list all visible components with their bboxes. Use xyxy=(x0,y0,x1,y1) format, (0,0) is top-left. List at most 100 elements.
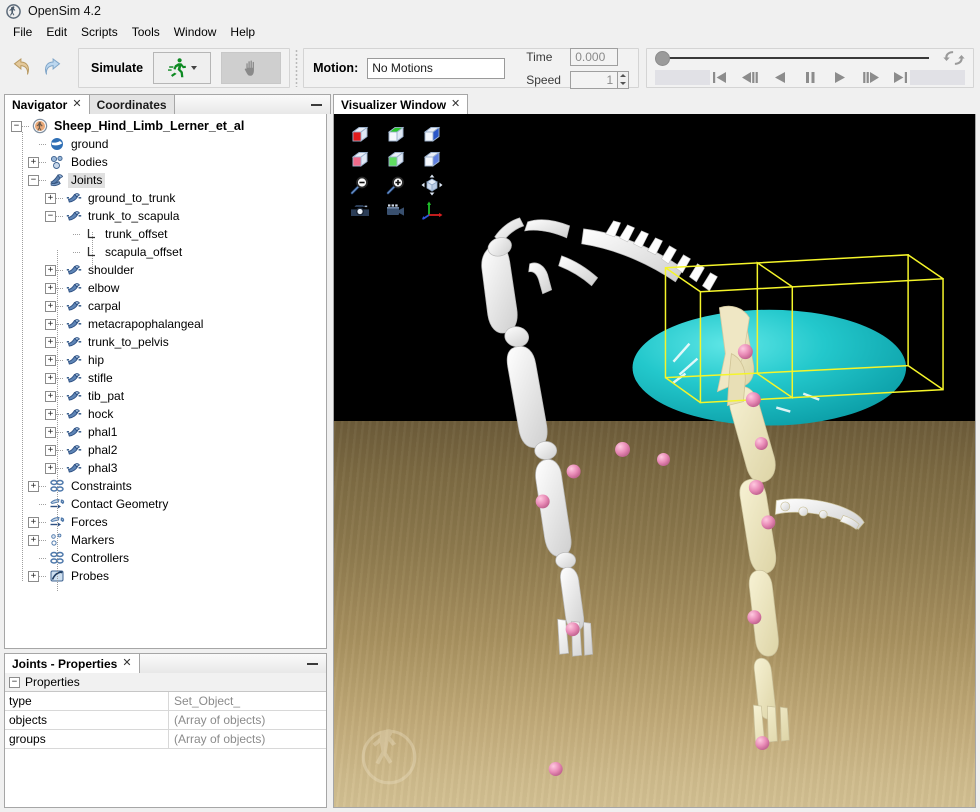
navigator-tree[interactable]: − Sheep_Hind_Limb_Lerner_et_al ground + Bo… xyxy=(4,114,327,649)
tree-item-elbow[interactable]: + elbow xyxy=(5,279,326,297)
tree-expand-toggle[interactable]: + xyxy=(45,354,56,366)
tree-expand-toggle[interactable]: + xyxy=(45,300,56,312)
tree-expand-toggle[interactable]: + xyxy=(45,264,56,276)
tree-expand-toggle[interactable]: + xyxy=(45,318,56,330)
menu-scripts[interactable]: Scripts xyxy=(74,23,125,41)
tree-item-ground-to-trunk[interactable]: + ground_to_trunk xyxy=(5,189,326,207)
tree-expand-toggle[interactable]: + xyxy=(28,480,39,492)
loop-repeat-icon[interactable] xyxy=(943,50,965,66)
tree-expand-toggle[interactable]: + xyxy=(28,534,39,546)
tab-joints-properties[interactable]: Joints - Properties ✕ xyxy=(4,653,140,673)
time-slider[interactable] xyxy=(655,50,935,66)
spinner-down-icon[interactable] xyxy=(620,82,627,85)
tree-item-metacrapophalangeal[interactable]: + metacrapophalangeal xyxy=(5,315,326,333)
tab-navigator[interactable]: Navigator ✕ xyxy=(4,94,90,114)
property-row[interactable]: objects (Array of objects) xyxy=(5,711,326,730)
tree-expand-toggle[interactable]: + xyxy=(45,192,56,204)
tree-expand-toggle[interactable]: + xyxy=(28,516,39,528)
property-value[interactable]: (Array of objects) xyxy=(169,730,326,748)
view-front-icon[interactable] xyxy=(342,122,378,147)
tree-collapse-toggle[interactable]: − xyxy=(11,120,22,132)
view-right-icon[interactable] xyxy=(414,122,450,147)
view-bottom-icon[interactable] xyxy=(378,147,414,172)
tree-expand-toggle[interactable]: + xyxy=(28,570,39,582)
run-simulation-button[interactable] xyxy=(153,52,212,84)
tree-item-scapula-offset[interactable]: scapula_offset xyxy=(5,243,326,261)
tree-item-carpal[interactable]: + carpal xyxy=(5,297,326,315)
close-icon[interactable]: ✕ xyxy=(122,658,131,669)
menu-tools[interactable]: Tools xyxy=(125,23,167,41)
tree-collapse-toggle[interactable]: − xyxy=(45,210,56,222)
redo-button[interactable] xyxy=(40,55,66,81)
tree-expand-toggle[interactable]: + xyxy=(45,372,56,384)
tree-expand-toggle[interactable]: + xyxy=(45,444,56,456)
tree-item-probes[interactable]: + Probes xyxy=(5,567,326,585)
tree-item-phal1[interactable]: + phal1 xyxy=(5,423,326,441)
marker[interactable] xyxy=(535,494,550,509)
marker[interactable] xyxy=(761,515,776,530)
tree-item-constraints[interactable]: + Constraints xyxy=(5,477,326,495)
marker[interactable] xyxy=(748,479,764,495)
tree-item-phal2[interactable]: + phal2 xyxy=(5,441,326,459)
property-value[interactable]: (Array of objects) xyxy=(169,711,326,729)
take-snapshot-icon[interactable] xyxy=(342,197,378,222)
property-row[interactable]: type Set_Object_ xyxy=(5,692,326,711)
step-forward-button[interactable] xyxy=(861,70,879,84)
tree-expand-toggle[interactable]: + xyxy=(45,336,56,348)
tree-item-trunk-to-pelvis[interactable]: + trunk_to_pelvis xyxy=(5,333,326,351)
speed-stepper[interactable]: 1 xyxy=(570,70,630,89)
tree-item-markers[interactable]: + Markers xyxy=(5,531,326,549)
spinner-up-icon[interactable] xyxy=(620,74,627,77)
marker[interactable] xyxy=(656,453,670,466)
marker[interactable] xyxy=(737,344,753,360)
close-icon[interactable]: ✕ xyxy=(72,99,81,110)
fit-to-window-icon[interactable] xyxy=(414,172,450,197)
speed-input[interactable]: 1 xyxy=(570,70,619,89)
tree-item-contact-geometry[interactable]: Contact Geometry xyxy=(5,495,326,513)
menu-help[interactable]: Help xyxy=(223,23,262,41)
tree-item-shoulder[interactable]: + shoulder xyxy=(5,261,326,279)
menu-file[interactable]: File xyxy=(6,23,39,41)
tree-item-sheep-hind-limb-lerner-et-al[interactable]: − Sheep_Hind_Limb_Lerner_et_al xyxy=(5,117,326,135)
tree-expand-toggle[interactable]: + xyxy=(45,408,56,420)
record-movie-icon[interactable] xyxy=(378,197,414,222)
marker[interactable] xyxy=(615,442,631,458)
tree-item-bodies[interactable]: + Bodies xyxy=(5,153,326,171)
tree-item-trunk-to-scapula[interactable]: − trunk_to_scapula xyxy=(5,207,326,225)
time-slider-handle[interactable] xyxy=(655,50,671,66)
property-value[interactable]: Set_Object_ xyxy=(169,692,326,710)
tree-item-hip[interactable]: + hip xyxy=(5,351,326,369)
marker[interactable] xyxy=(745,392,761,408)
properties-group-row[interactable]: − Properties xyxy=(5,673,326,692)
view-left-icon[interactable] xyxy=(414,147,450,172)
tree-item-stifle[interactable]: + stifle xyxy=(5,369,326,387)
menu-window[interactable]: Window xyxy=(167,23,224,41)
toolbar-gripper[interactable] xyxy=(295,49,299,87)
property-row[interactable]: groups (Array of objects) xyxy=(5,730,326,749)
marker[interactable] xyxy=(565,622,580,637)
menu-edit[interactable]: Edit xyxy=(39,23,74,41)
tree-expand-toggle[interactable]: + xyxy=(45,426,56,438)
motion-select[interactable]: No Motions xyxy=(367,57,506,79)
marker[interactable] xyxy=(755,736,770,751)
tree-expand-toggle[interactable]: + xyxy=(45,390,56,402)
step-back-button[interactable] xyxy=(741,70,759,84)
tree-item-tib-pat[interactable]: + tib_pat xyxy=(5,387,326,405)
toggle-axes-icon[interactable] xyxy=(414,197,450,222)
play-forward-button[interactable] xyxy=(831,70,849,84)
visualizer-viewport[interactable] xyxy=(333,114,976,808)
tree-item-trunk-offset[interactable]: trunk_offset xyxy=(5,225,326,243)
properties-group-toggle[interactable]: − xyxy=(9,676,20,688)
stop-simulation-button[interactable] xyxy=(221,52,282,84)
time-input[interactable]: 0.000 xyxy=(570,47,619,66)
view-back-icon[interactable] xyxy=(342,147,378,172)
marker[interactable] xyxy=(747,610,762,625)
skip-to-end-button[interactable] xyxy=(891,70,909,84)
zoom-out-icon[interactable] xyxy=(342,172,378,197)
tree-expand-toggle[interactable]: + xyxy=(28,156,39,168)
speed-spinner[interactable] xyxy=(618,70,630,89)
tree-expand-toggle[interactable]: + xyxy=(45,282,56,294)
tree-item-joints[interactable]: − Joints xyxy=(5,171,326,189)
minimize-icon[interactable] xyxy=(311,103,322,106)
tree-item-controllers[interactable]: Controllers xyxy=(5,549,326,567)
